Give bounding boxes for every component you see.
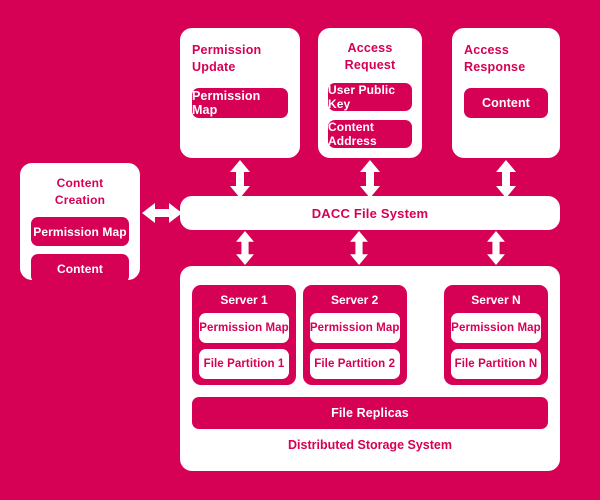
content-creation-panel: Content Creation Permission Map Content — [20, 163, 140, 283]
server-card-2: Server 2 Permission Map File Partition 2 — [302, 285, 407, 385]
access-request-title: Access Request — [344, 41, 396, 72]
server-1-file-partition-chip: File Partition 1 — [199, 349, 289, 379]
dacc-file-system-bar: DACC File System — [180, 196, 560, 230]
server-n-title: Server N — [471, 293, 521, 307]
arrow-access-request-to-dacc — [359, 160, 381, 198]
arrow-access-response-to-dacc — [495, 160, 517, 198]
access-response-content-chip: Content — [464, 88, 548, 118]
arrow-dacc-to-server1 — [234, 231, 256, 265]
distributed-storage-system-label: Distributed Storage System — [288, 438, 452, 452]
content-creation-permission-map-chip: Permission Map — [31, 217, 129, 246]
access-request-content-address-chip: Content Address — [328, 120, 412, 148]
server-1-permission-map-chip: Permission Map — [199, 313, 289, 343]
arrow-dacc-to-server2 — [348, 231, 370, 265]
content-creation-content-chip: Content — [31, 254, 129, 283]
server-2-permission-map-chip: Permission Map — [309, 313, 400, 343]
arrow-permission-update-to-dacc — [229, 160, 251, 198]
access-request-user-public-key-chip: User Public Key — [328, 83, 412, 111]
ellipsis-dot-1 — [413, 332, 420, 338]
ellipsis-dot-3 — [431, 332, 438, 338]
ellipsis-dot-2 — [422, 332, 429, 338]
server-n-file-partition-chip: File Partition N — [450, 349, 541, 379]
server-1-title: Server 1 — [220, 293, 268, 307]
arrow-content-creation-to-dacc — [142, 202, 182, 224]
diagram-canvas: Permission Update Permission Map Access … — [0, 0, 600, 500]
permission-update-permission-map-chip: Permission Map — [192, 88, 288, 118]
server-2-title: Server 2 — [330, 293, 379, 307]
permission-update-title-line2: Update — [192, 60, 236, 74]
access-request-panel: Access Request User Public Key Content A… — [318, 28, 422, 158]
access-response-panel: Access Response Content — [452, 28, 560, 158]
server-card-1: Server 1 Permission Map File Partition 1 — [192, 285, 296, 385]
server-2-file-partition-chip: File Partition 2 — [309, 349, 400, 379]
arrow-dacc-to-servern — [485, 231, 507, 265]
access-response-title-line1: Access — [464, 43, 509, 57]
access-response-title-line2: Response — [464, 60, 526, 74]
permission-update-panel: Permission Update Permission Map — [180, 28, 300, 158]
server-row: Server 1 Permission Map File Partition 1… — [192, 281, 548, 389]
ellipsis-icon — [413, 332, 438, 338]
dacc-file-system-label: DACC File System — [311, 205, 429, 221]
file-replicas-bar: File Replicas — [192, 397, 548, 429]
content-creation-title: Content Creation — [54, 176, 106, 207]
server-n-permission-map-chip: Permission Map — [450, 313, 541, 343]
distributed-storage-panel: Server 1 Permission Map File Partition 1… — [180, 266, 560, 471]
server-card-n: Server N Permission Map File Partition N — [443, 285, 548, 385]
permission-update-title-line1: Permission — [192, 43, 262, 57]
